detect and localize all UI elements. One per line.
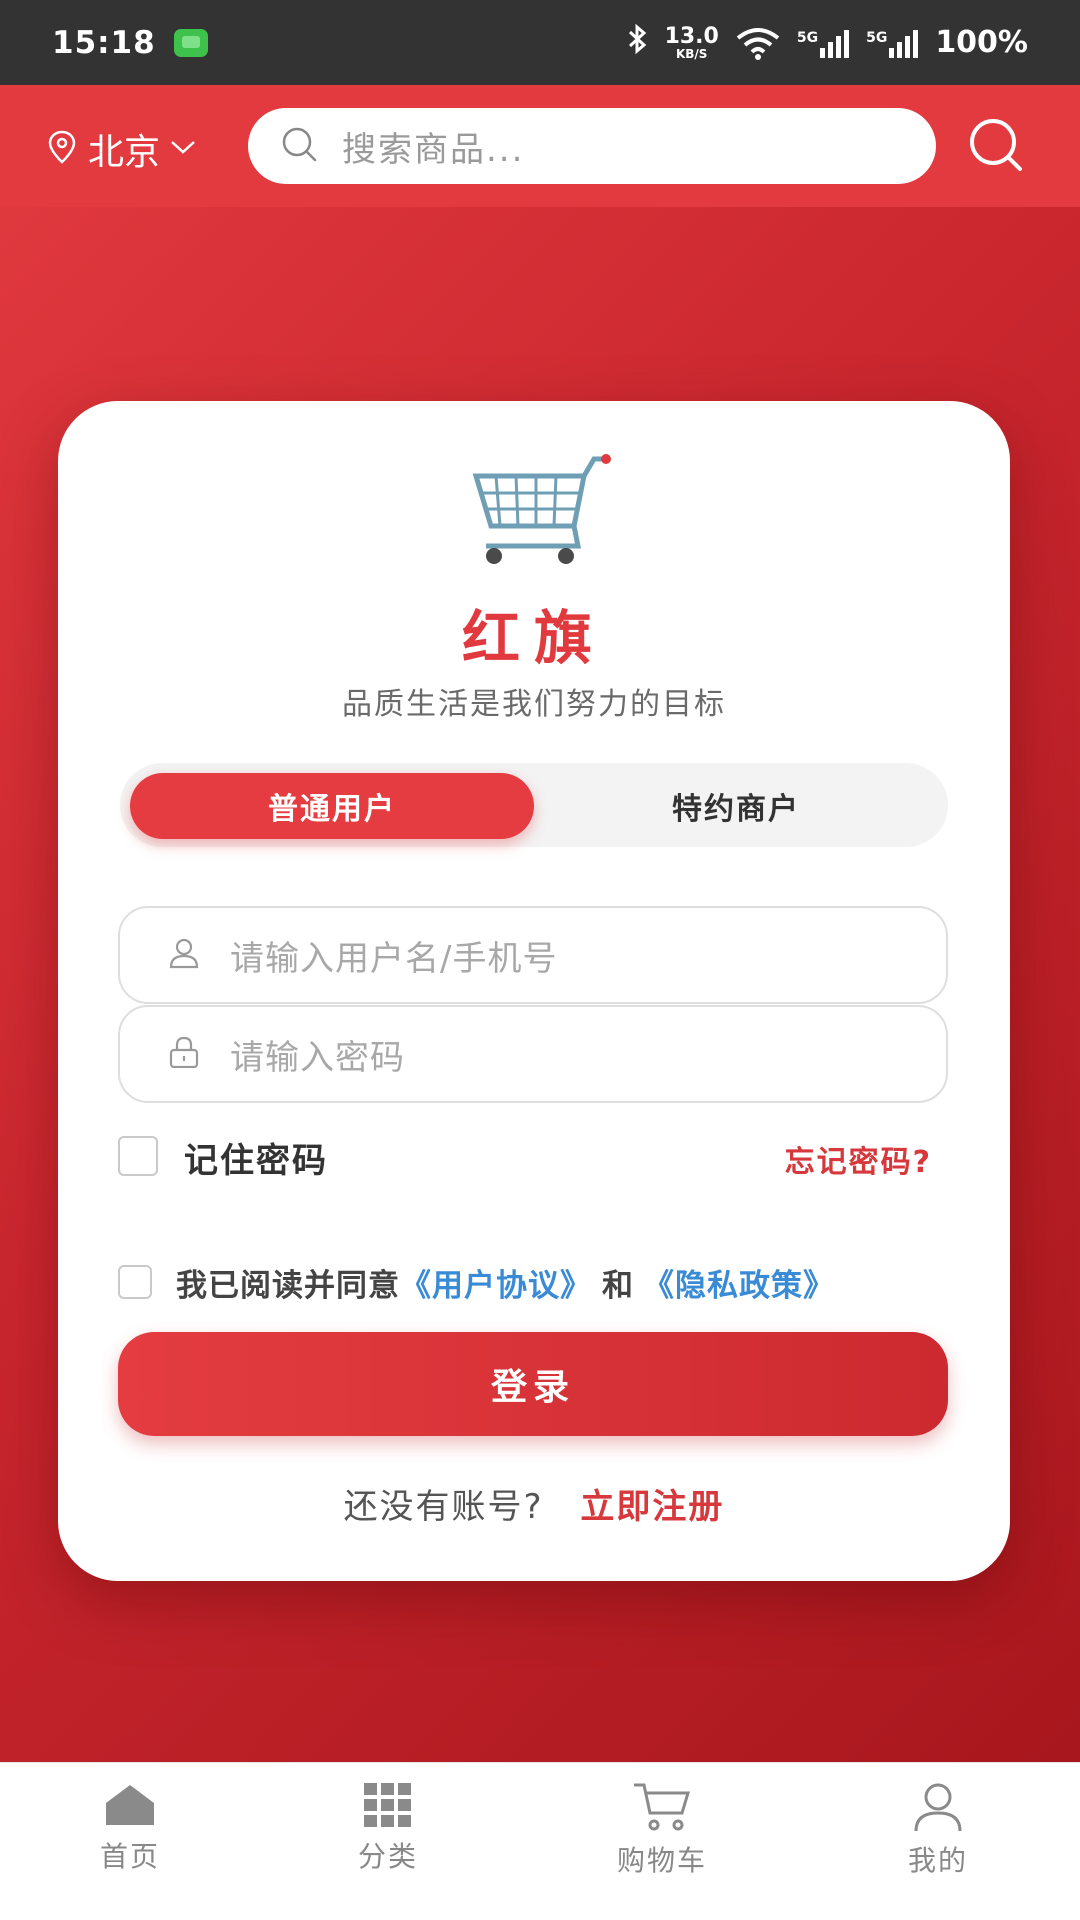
search-icon — [280, 125, 318, 167]
remember-row: 记住密码 忘记密码? — [118, 1131, 948, 1181]
brand-title: 红旗 — [461, 604, 606, 672]
signal-icon: 5G — [866, 28, 919, 58]
home-icon — [50, 1781, 210, 1829]
forgot-password-link[interactable]: 忘记密码? — [785, 1137, 932, 1181]
location-pin-icon — [48, 130, 76, 168]
nav-label-cart: 购物车 — [616, 1844, 707, 1877]
nav-label-home: 首页 — [99, 1840, 160, 1873]
nav-item-me[interactable]: 我的 — [858, 1781, 1018, 1879]
app-header: 北京 搜索商品... — [0, 85, 1080, 207]
agreement-checkbox[interactable] — [118, 1265, 152, 1299]
lock-icon — [168, 1036, 200, 1072]
user-icon — [168, 937, 200, 973]
agreement-row: 我已阅读并同意 《用户协议》 和 《隐私政策》 — [118, 1257, 998, 1307]
bluetooth-icon — [627, 23, 649, 63]
user-icon — [858, 1781, 1018, 1833]
privacy-policy-link[interactable]: 《隐私政策》 — [643, 1260, 835, 1305]
network-speed-unit: KB/S — [675, 46, 708, 61]
register-row: 还没有账号? 立即注册 — [58, 1479, 1010, 1528]
remember-password-checkbox[interactable] — [118, 1136, 158, 1176]
city-selector[interactable]: 北京 — [48, 123, 196, 175]
register-link[interactable]: 立即注册 — [580, 1487, 724, 1527]
city-name: 北京 — [88, 132, 161, 173]
status-indicators: 13.0 KB/S 5G 5G 100% — [627, 23, 1028, 63]
search-placeholder: 搜索商品... — [342, 129, 525, 170]
login-button[interactable]: 登录 — [118, 1332, 948, 1436]
user-agreement-link[interactable]: 《用户协议》 — [400, 1260, 592, 1305]
status-bar: 15:18 13.0 KB/S 5G 5G 100% — [0, 0, 1080, 85]
search-input[interactable]: 搜索商品... — [248, 108, 936, 184]
grid-icon — [308, 1781, 468, 1829]
wifi-icon — [735, 26, 781, 60]
nav-item-home[interactable]: 首页 — [50, 1781, 210, 1875]
tab-normal-user[interactable]: 普通用户 — [130, 773, 534, 839]
header-search-button[interactable] — [966, 115, 1026, 175]
password-placeholder: 请输入密码 — [230, 1037, 405, 1078]
bottom-nav: 首页 分类 购物车 我的 — [0, 1762, 1080, 1920]
register-prompt: 还没有账号? — [343, 1487, 544, 1527]
username-field[interactable]: 请输入用户名/手机号 — [118, 906, 948, 1004]
signal-icon: 5G — [797, 28, 850, 58]
nav-item-category[interactable]: 分类 — [308, 1781, 468, 1875]
remember-password-label[interactable]: 记住密码 — [184, 1133, 328, 1182]
brand-slogan: 品质生活是我们努力的目标 — [342, 687, 726, 722]
tab-special-merchant[interactable]: 特约商户 — [534, 773, 938, 839]
password-field[interactable]: 请输入密码 — [118, 1005, 948, 1103]
search-icon — [966, 119, 1026, 179]
nav-label-me: 我的 — [907, 1844, 968, 1877]
signal-2-label: 5G — [866, 29, 888, 46]
shopping-cart-icon — [466, 451, 616, 571]
cart-icon — [582, 1781, 742, 1833]
message-icon — [173, 28, 208, 57]
nav-item-cart[interactable]: 购物车 — [582, 1781, 742, 1879]
signal-1-label: 5G — [796, 29, 819, 46]
user-type-switch: 普通用户 特约商户 — [120, 763, 948, 847]
network-speed: 13.0 KB/S — [664, 23, 719, 61]
battery-level: 100% — [935, 25, 1028, 60]
chevron-down-icon — [170, 139, 196, 159]
network-speed-value: 13.0 — [664, 23, 719, 49]
nav-label-category: 分类 — [357, 1840, 418, 1873]
login-card: 红旗 品质生活是我们努力的目标 普通用户 特约商户 请输入用户名/手机号 请输入… — [58, 401, 1010, 1581]
username-placeholder: 请输入用户名/手机号 — [230, 938, 558, 979]
agreement-and: 和 — [602, 1267, 633, 1304]
status-time: 15:18 — [52, 24, 156, 61]
agreement-prefix: 我已阅读并同意 — [176, 1267, 400, 1304]
